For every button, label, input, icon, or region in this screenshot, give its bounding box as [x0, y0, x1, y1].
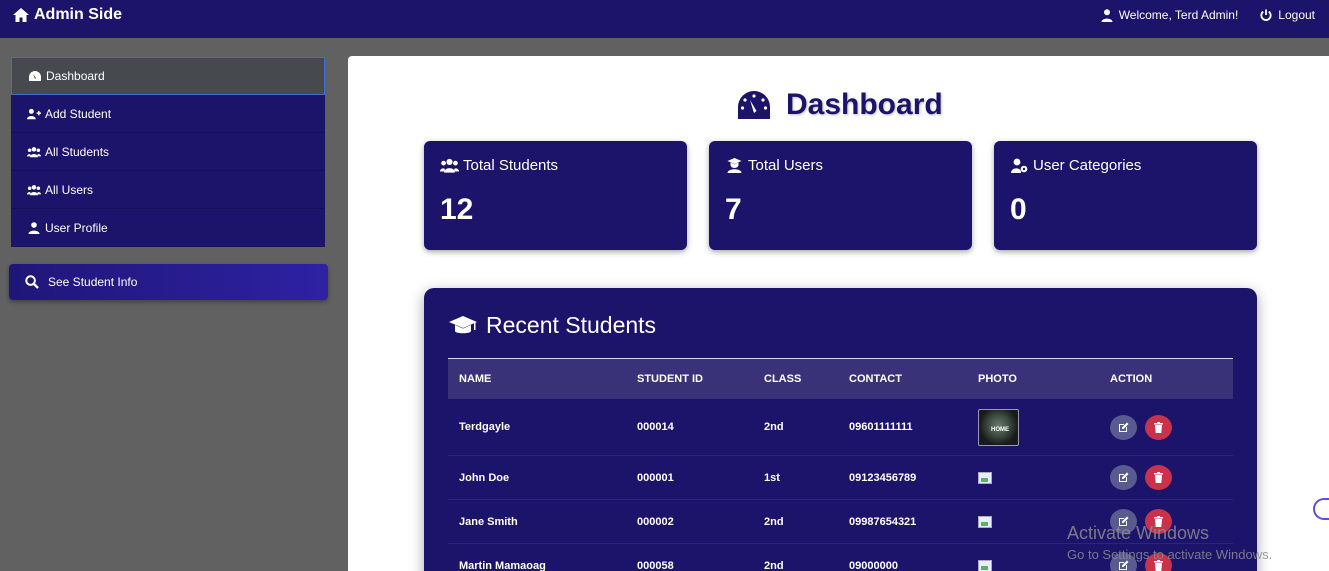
- page-title: Dashboard: [736, 88, 943, 122]
- card-label: User Categories: [1033, 157, 1142, 174]
- cell-name: Martin Mamaoag: [459, 559, 546, 571]
- cell-contact: 09601111111: [849, 421, 913, 433]
- card-label: Total Users: [748, 157, 824, 174]
- total-users-card: Total Users 7: [709, 141, 972, 250]
- user-graduate-icon: [727, 158, 742, 173]
- broken-image-icon: [978, 471, 992, 484]
- user-gear-icon: [1011, 158, 1028, 173]
- see-info-label: See Student Info: [48, 275, 138, 289]
- cell-student-id: 000001: [637, 471, 674, 484]
- top-navbar: Admin Side Welcome, Terd Admin! Logout: [0, 0, 1329, 38]
- sidebar: Dashboard Add Student All Students All U…: [11, 57, 325, 247]
- cell-contact: 09987654321: [849, 515, 917, 528]
- photo-caption: HOME: [991, 426, 1009, 433]
- sidebar-item-dashboard[interactable]: Dashboard: [11, 57, 325, 95]
- sidebar-item-label: All Students: [45, 144, 110, 159]
- brand[interactable]: Admin Side: [12, 6, 122, 24]
- users-icon: [440, 158, 459, 173]
- column-header-photo: PHOTO: [978, 373, 1017, 385]
- sidebar-item-label: Add Student: [45, 106, 112, 121]
- windows-activation-watermark: Activate Windows Go to Settings to activ…: [1067, 523, 1272, 562]
- sidebar-item-label: All Users: [45, 182, 94, 197]
- trash-icon: [1154, 472, 1163, 483]
- power-icon: [1260, 9, 1272, 21]
- users-icon: [27, 146, 41, 157]
- gauge-icon: [738, 91, 770, 119]
- cell-class: 2nd: [764, 515, 784, 528]
- page-title-text: Dashboard: [786, 88, 943, 121]
- logout-link[interactable]: Logout: [1260, 8, 1315, 22]
- sidebar-item-label: User Profile: [45, 220, 108, 235]
- sidebar-item-add-student[interactable]: Add Student: [11, 95, 325, 133]
- see-student-info-button[interactable]: See Student Info: [9, 264, 328, 300]
- edit-button[interactable]: [1110, 465, 1137, 490]
- card-value: 7: [725, 193, 742, 226]
- logout-label: Logout: [1278, 8, 1315, 22]
- delete-button[interactable]: [1145, 465, 1172, 490]
- card-label: Total Students: [463, 157, 559, 174]
- trash-icon: [1154, 421, 1163, 433]
- column-header-action: ACTION: [1110, 373, 1153, 385]
- delete-button[interactable]: [1145, 414, 1172, 440]
- user-categories-card: User Categories 0: [994, 141, 1257, 250]
- cell-student-id: 000002: [637, 515, 674, 528]
- broken-image-icon: [978, 515, 992, 528]
- table-row: John Doe 000001 1st 09123456789: [448, 456, 1233, 500]
- student-photo: HOME: [978, 408, 1019, 446]
- column-header-contact: CONTACT: [849, 373, 902, 385]
- cell-class: 2nd: [764, 559, 784, 571]
- broken-image-icon: [978, 559, 992, 571]
- card-value: 12: [440, 193, 474, 226]
- home-icon: [13, 8, 29, 22]
- recent-students-title: Recent Students: [448, 312, 656, 339]
- users-icon: [27, 184, 41, 195]
- column-header-name: NAME: [459, 373, 492, 385]
- sidebar-item-user-profile[interactable]: User Profile: [11, 209, 325, 247]
- user-icon: [1101, 8, 1113, 22]
- sidebar-item-all-students[interactable]: All Students: [11, 133, 325, 171]
- cell-student-id: 000058: [637, 559, 674, 571]
- edit-icon: [1119, 422, 1129, 432]
- cell-student-id: 000014: [637, 421, 674, 433]
- cell-class: 2nd: [764, 421, 784, 433]
- edit-button[interactable]: [1110, 414, 1137, 440]
- brand-title: Admin Side: [34, 6, 123, 23]
- cell-contact: 09000000: [849, 559, 898, 571]
- user-plus-icon: [27, 108, 41, 119]
- column-header-class: CLASS: [764, 373, 802, 385]
- card-value: 0: [1010, 193, 1027, 226]
- recent-students-title-text: Recent Students: [486, 312, 657, 338]
- user-icon: [28, 221, 40, 234]
- edit-icon: [1119, 472, 1129, 482]
- column-header-student-id: STUDENT ID: [637, 373, 703, 385]
- chat-bubble-icon[interactable]: [1313, 498, 1329, 520]
- sidebar-item-all-users[interactable]: All Users: [11, 171, 325, 209]
- gauge-icon: [29, 71, 41, 81]
- table-header: NAME STUDENT ID CLASS CONTACT PHOTO ACTI…: [448, 358, 1233, 399]
- cell-contact: 09123456789: [849, 471, 917, 484]
- cell-name: Jane Smith: [459, 515, 518, 528]
- total-students-card: Total Students 12: [424, 141, 687, 250]
- cell-class: 1st: [764, 471, 780, 484]
- cell-name: Terdgayle: [459, 421, 511, 433]
- watermark-line2: Go to Settings to activate Windows.: [1067, 547, 1273, 562]
- graduation-cap-icon: [449, 315, 477, 333]
- table-row: Terdgayle 000014 2nd 09601111111 HOME: [448, 399, 1233, 456]
- watermark-line1: Activate Windows: [1067, 523, 1210, 543]
- floating-widget-icon[interactable]: [1313, 466, 1329, 484]
- search-icon: [25, 275, 39, 289]
- cell-name: John Doe: [459, 471, 510, 484]
- edge-widgets: [1313, 466, 1329, 520]
- sidebar-item-label: Dashboard: [46, 69, 105, 83]
- welcome-user[interactable]: Welcome, Terd Admin!: [1101, 8, 1239, 22]
- welcome-text: Welcome, Terd Admin!: [1118, 8, 1239, 22]
